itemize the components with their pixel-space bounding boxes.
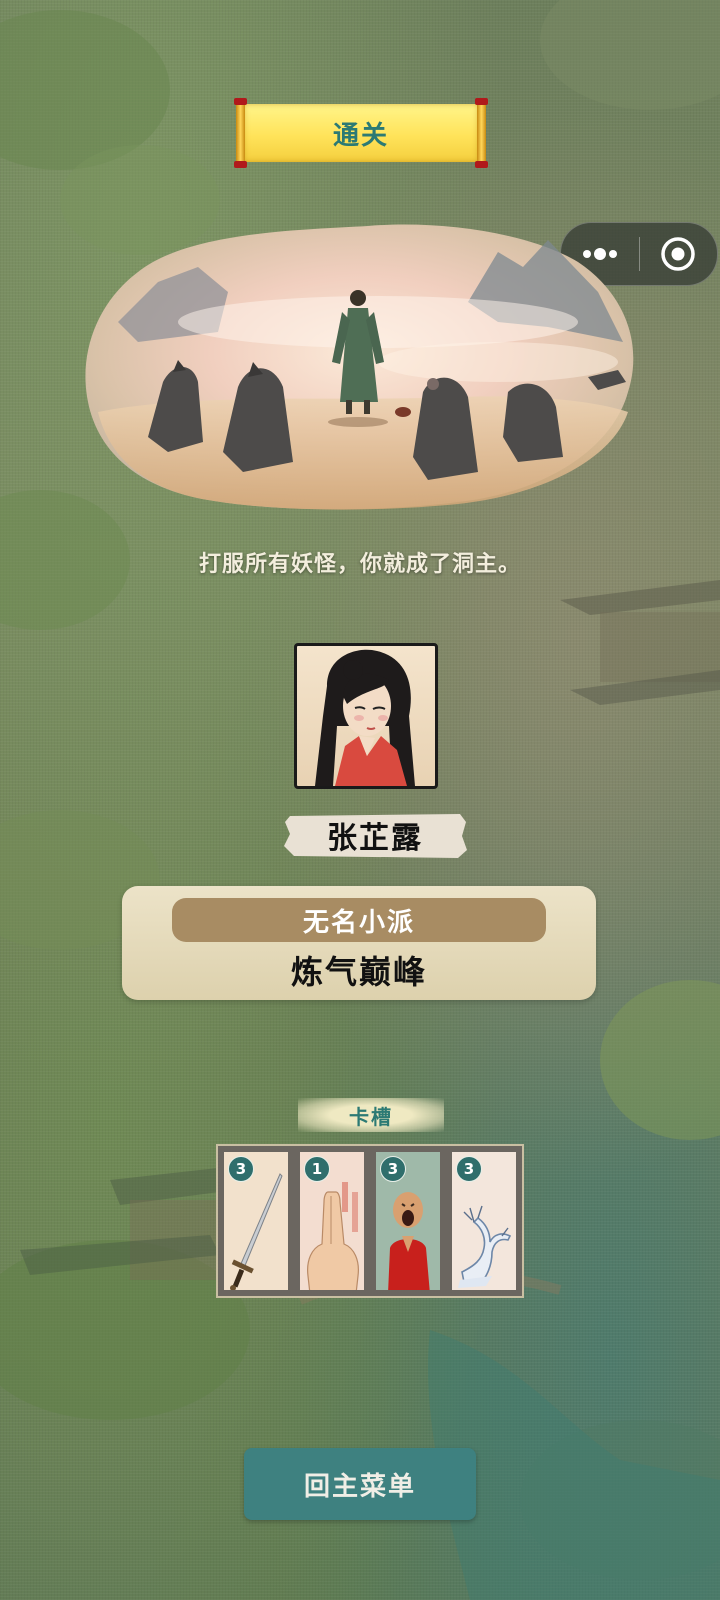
close-miniprogram-button[interactable] xyxy=(640,223,718,285)
card-slot-4[interactable]: 3 xyxy=(446,1146,522,1296)
card-slot-1[interactable]: 3 xyxy=(218,1146,294,1296)
victory-scene-illustration xyxy=(85,224,634,510)
card-slot-3[interactable]: 3 xyxy=(370,1146,446,1296)
target-circle-icon xyxy=(661,237,695,271)
card-count-badge: 3 xyxy=(456,1156,482,1182)
sect-label: 无名小派 xyxy=(172,898,546,942)
player-name-plate: 张芷露 xyxy=(282,810,468,860)
card-count-badge: 3 xyxy=(380,1156,406,1182)
card-count-badge: 3 xyxy=(228,1156,254,1182)
cultivation-realm: 炼气巅峰 xyxy=(290,953,427,991)
card-slot-title: 卡槽 xyxy=(298,1098,444,1132)
story-caption: 打服所有妖怪，你就成了洞主。 xyxy=(198,552,521,577)
player-info-card: 无名小派 炼气巅峰 xyxy=(122,886,596,1000)
player-name: 张芷露 xyxy=(327,821,423,856)
card-slot-2[interactable]: 1 xyxy=(294,1146,370,1296)
main-menu-button[interactable]: 回主菜单 xyxy=(244,1448,476,1520)
page-title: 通关 xyxy=(332,120,389,151)
card-count-badge: 1 xyxy=(304,1156,330,1182)
card-slot-row: 3 1 3 3 xyxy=(216,1144,524,1298)
title-scroll-banner: 通关 xyxy=(234,98,488,168)
player-portrait-illustration xyxy=(315,649,415,786)
player-avatar xyxy=(294,643,438,789)
